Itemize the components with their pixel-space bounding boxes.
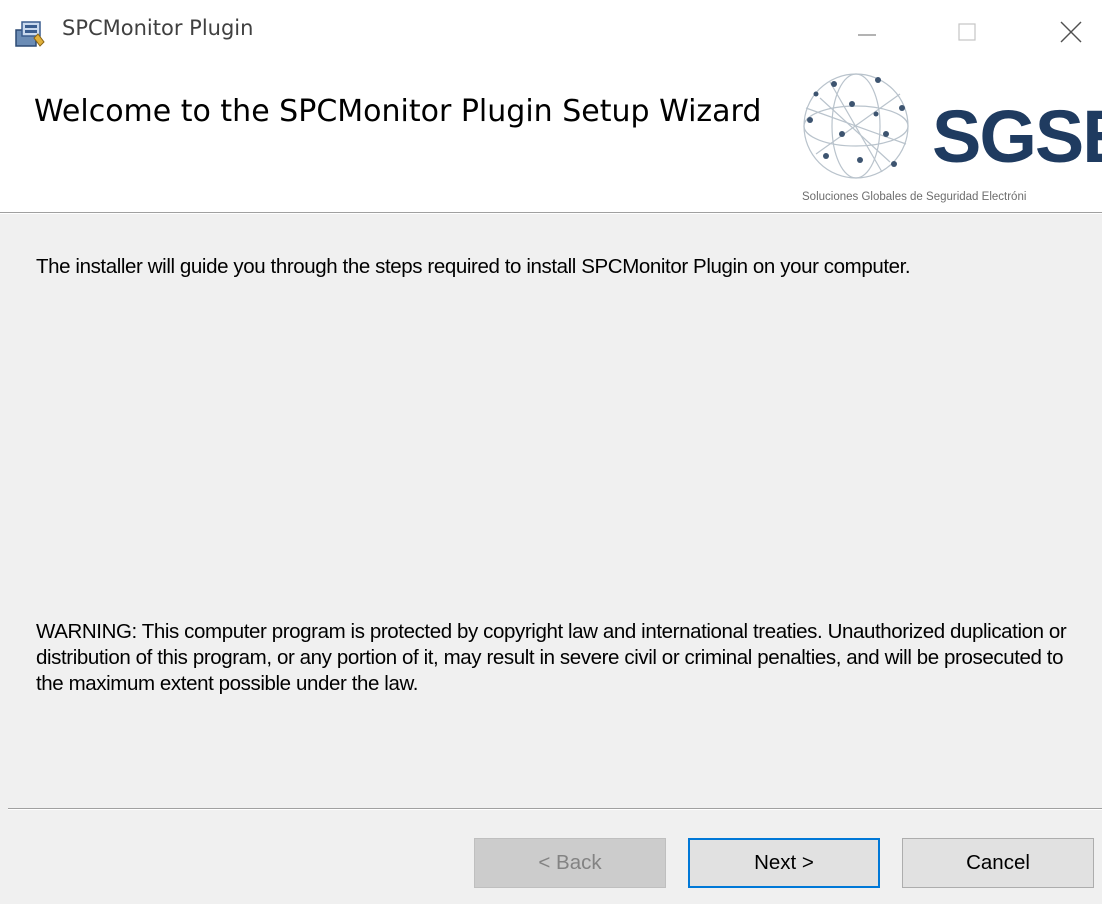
installer-package-icon (14, 18, 46, 48)
page-title: Welcome to the SPCMonitor Plugin Setup W… (34, 94, 762, 129)
title-bar[interactable]: SPCMonitor Plugin (0, 0, 1102, 64)
next-button[interactable]: Next > (688, 838, 880, 888)
minimize-button[interactable] (836, 0, 898, 64)
logo-wordmark: SGSE (932, 95, 1102, 178)
copyright-warning: WARNING: This computer program is protec… (36, 620, 1067, 695)
cancel-button[interactable]: Cancel (902, 838, 1094, 888)
footer-divider (8, 808, 1102, 810)
company-logo: SGSE Soluciones Globales de Seguridad El… (790, 64, 1102, 212)
logo-tagline: Soluciones Globales de Seguridad Electró… (802, 191, 1027, 203)
maximize-button[interactable] (936, 0, 998, 64)
back-button[interactable]: < Back (474, 838, 666, 888)
maximize-icon (958, 23, 976, 41)
header-divider (0, 212, 1102, 214)
intro-text: The installer will guide you through the… (36, 255, 911, 278)
minimize-icon (858, 34, 876, 36)
wizard-banner: Welcome to the SPCMonitor Plugin Setup W… (0, 64, 1102, 212)
window-title: SPCMonitor Plugin (62, 16, 254, 40)
close-icon (1060, 21, 1082, 43)
globe-network-icon (803, 73, 909, 179)
close-button[interactable] (1040, 0, 1102, 64)
